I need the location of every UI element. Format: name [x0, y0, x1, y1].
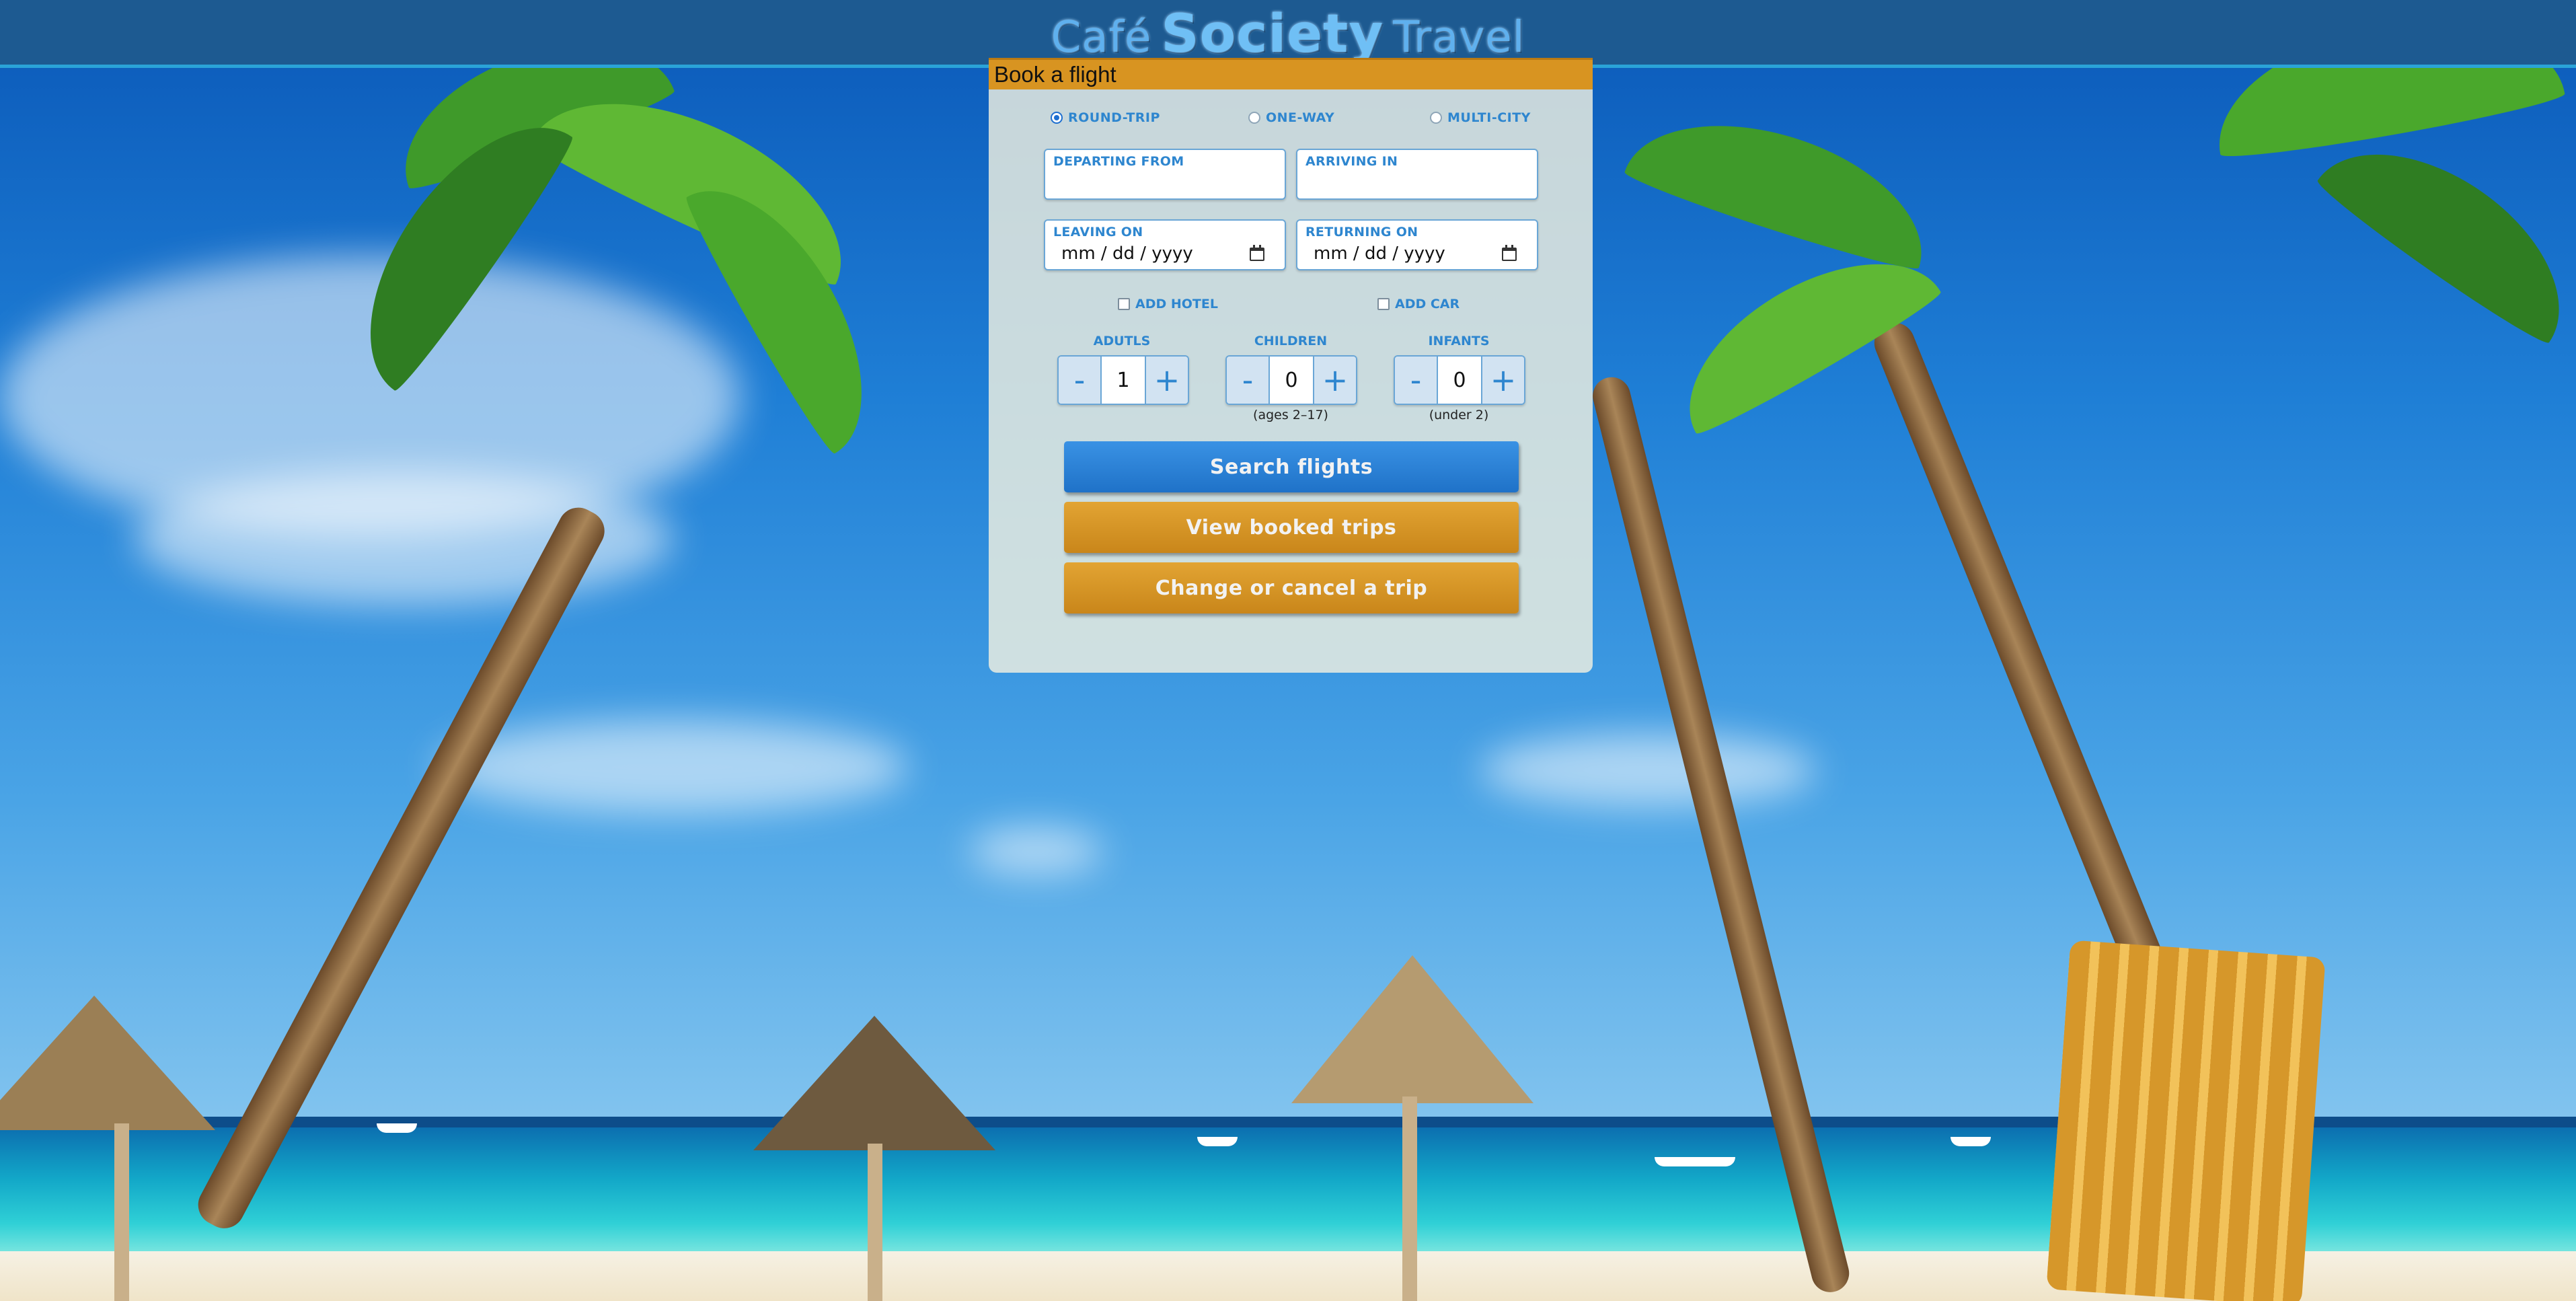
infants-count[interactable]: 0	[1437, 357, 1482, 404]
radio-unchecked-icon[interactable]	[1430, 112, 1442, 124]
add-hotel-label: ADD HOTEL	[1135, 297, 1218, 311]
booking-panel: Book a flight ROUND-TRIP ONE-WAY MULTI-C…	[989, 58, 1593, 673]
boat	[1950, 1137, 1991, 1146]
adults-increment-button[interactable]: +	[1146, 357, 1188, 404]
beach-umbrella	[0, 996, 215, 1130]
panel-title: Book a flight	[989, 58, 1593, 89]
leaving-on-field[interactable]: LEAVING ON mm / dd / yyyy	[1044, 219, 1286, 270]
radio-label-multi-city: MULTI-CITY	[1447, 110, 1531, 125]
radio-round-trip[interactable]: ROUND-TRIP	[1051, 110, 1160, 125]
children-count[interactable]: 0	[1268, 357, 1314, 404]
search-flights-button[interactable]: Search flights	[1064, 441, 1519, 492]
departing-from-field[interactable]: DEPARTING FROM	[1044, 149, 1286, 200]
cloud	[969, 827, 1103, 875]
checkbox-icon[interactable]	[1377, 298, 1390, 310]
children-increment-button[interactable]: +	[1314, 357, 1356, 404]
children-stepper: - 0 +	[1225, 355, 1357, 405]
infants-increment-button[interactable]: +	[1482, 357, 1524, 404]
beach-umbrella	[1291, 955, 1533, 1103]
umbrella-pole	[114, 1123, 129, 1301]
add-car-checkbox[interactable]: ADD CAR	[1377, 297, 1460, 311]
returning-on-date-input[interactable]: mm / dd / yyyy	[1314, 244, 1445, 264]
departing-from-label: DEPARTING FROM	[1053, 154, 1184, 169]
trip-type-group: ROUND-TRIP ONE-WAY MULTI-CITY	[989, 110, 1593, 137]
site-logo[interactable]: Café Society Travel	[1051, 8, 1525, 61]
add-hotel-checkbox[interactable]: ADD HOTEL	[1118, 297, 1218, 311]
boat	[1655, 1157, 1735, 1166]
children-age-note: (ages 2–17)	[1253, 408, 1328, 422]
radio-one-way[interactable]: ONE-WAY	[1248, 110, 1334, 125]
checkbox-icon[interactable]	[1118, 298, 1130, 310]
adults-stepper: - 1 +	[1057, 355, 1189, 405]
arriving-in-label: ARRIVING IN	[1305, 154, 1398, 169]
beach-chair	[2046, 940, 2326, 1301]
radio-unchecked-icon[interactable]	[1248, 112, 1260, 124]
logo-word-cafe: Café	[1051, 13, 1152, 63]
departing-from-input[interactable]	[1052, 170, 1278, 194]
adults-label: ADUTLS	[1093, 334, 1151, 348]
calendar-icon[interactable]	[1502, 245, 1517, 261]
children-label: CHILDREN	[1254, 334, 1328, 348]
umbrella-pole	[1402, 1096, 1417, 1301]
radio-checked-icon[interactable]	[1051, 112, 1063, 124]
leaving-on-label: LEAVING ON	[1053, 225, 1143, 239]
arriving-in-field[interactable]: ARRIVING IN	[1296, 149, 1538, 200]
adults-decrement-button[interactable]: -	[1059, 357, 1100, 404]
view-booked-trips-button[interactable]: View booked trips	[1064, 502, 1519, 553]
calendar-icon[interactable]	[1250, 245, 1264, 261]
boat	[377, 1123, 417, 1133]
boat	[1197, 1137, 1238, 1146]
children-decrement-button[interactable]: -	[1227, 357, 1268, 404]
radio-label-one-way: ONE-WAY	[1266, 110, 1335, 125]
change-cancel-trip-button[interactable]: Change or cancel a trip	[1064, 562, 1519, 614]
infants-decrement-button[interactable]: -	[1395, 357, 1437, 404]
infants-label: INFANTS	[1428, 334, 1490, 348]
umbrella-pole	[868, 1144, 882, 1301]
cloud	[1480, 733, 1816, 807]
add-car-label: ADD CAR	[1395, 297, 1460, 311]
radio-multi-city[interactable]: MULTI-CITY	[1430, 110, 1531, 125]
returning-on-label: RETURNING ON	[1305, 225, 1418, 239]
cloud	[437, 720, 908, 814]
infants-stepper: - 0 +	[1394, 355, 1525, 405]
logo-word-society: Society	[1161, 4, 1384, 65]
leaving-on-date-input[interactable]: mm / dd / yyyy	[1061, 244, 1193, 264]
arriving-in-input[interactable]	[1304, 170, 1530, 194]
beach-umbrella	[753, 1016, 995, 1150]
logo-word-travel: Travel	[1393, 13, 1525, 63]
adults-count[interactable]: 1	[1100, 357, 1146, 404]
radio-label-round-trip: ROUND-TRIP	[1068, 110, 1160, 125]
returning-on-field[interactable]: RETURNING ON mm / dd / yyyy	[1296, 219, 1538, 270]
infants-age-note: (under 2)	[1429, 408, 1489, 422]
